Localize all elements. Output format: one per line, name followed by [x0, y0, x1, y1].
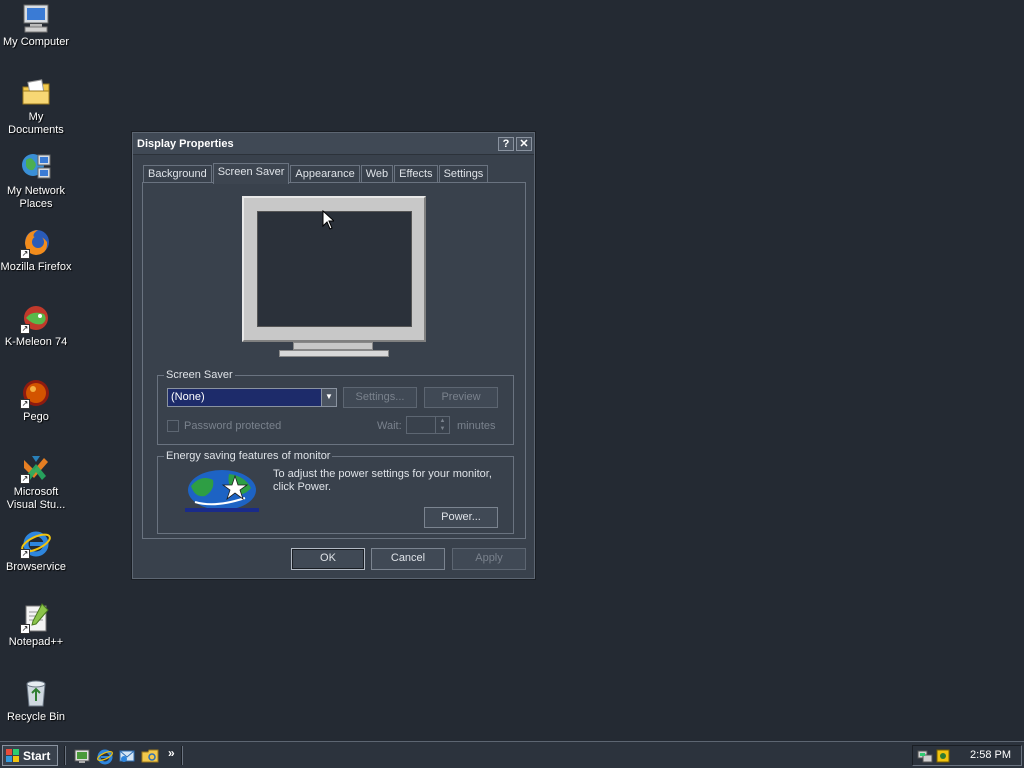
monitor-base	[279, 350, 389, 357]
kmeleon-icon: ↗	[20, 302, 52, 334]
energy-saving-legend: Energy saving features of monitor	[164, 450, 333, 462]
dialog-title: Display Properties	[137, 137, 234, 150]
monitor-preview	[242, 196, 428, 366]
quicklaunch-show-desktop-icon[interactable]	[73, 747, 91, 765]
taskbar-clock[interactable]: 2:58 PM	[970, 749, 1011, 761]
shortcut-arrow-icon: ↗	[20, 249, 30, 259]
help-button[interactable]: ?	[498, 136, 514, 151]
shortcut-arrow-icon: ↗	[20, 549, 30, 559]
shortcut-arrow-icon: ↗	[20, 474, 30, 484]
quicklaunch-explorer-icon[interactable]	[141, 747, 159, 765]
desktop-icon-label: My Documents	[8, 111, 64, 136]
desktop-icon-label: My Computer	[2, 36, 70, 48]
screen-saver-preview-button[interactable]: Preview	[424, 387, 498, 408]
display-properties-dialog: Display Properties ? ✕ Background Screen…	[132, 132, 535, 579]
monitor-neck	[293, 342, 373, 350]
screen-saver-selected-value: (None)	[171, 391, 205, 403]
mouse-cursor-icon	[322, 210, 334, 230]
energy-star-logo-icon	[185, 468, 259, 512]
spinner-arrows-icon[interactable]: ▲ ▼	[435, 417, 449, 433]
computer-icon	[20, 2, 52, 34]
desktop-icon-mozilla-firefox[interactable]: ↗ Mozilla Firefox	[0, 227, 72, 274]
energy-description-line1: To adjust the power settings for your mo…	[273, 468, 492, 480]
quicklaunch-internet-explorer-icon[interactable]	[96, 747, 114, 765]
internet-explorer-icon: ↗	[20, 527, 52, 559]
start-button[interactable]: Start	[2, 745, 58, 766]
shortcut-arrow-icon: ↗	[20, 624, 30, 634]
wait-label: Wait:	[377, 420, 402, 432]
wait-minutes-spinner[interactable]: ▲ ▼	[406, 416, 450, 434]
taskbar-separator	[64, 746, 66, 765]
documents-folder-icon	[20, 77, 52, 109]
desktop-icon-label: Recycle Bin	[6, 711, 66, 723]
screen-saver-legend: Screen Saver	[164, 369, 235, 381]
firefox-icon: ↗	[20, 227, 52, 259]
desktop-icon-label: K-Meleon 74	[4, 336, 68, 348]
energy-description-line2: click Power.	[273, 481, 332, 493]
tab-web[interactable]: Web	[360, 165, 394, 183]
desktop-icon-label: Notepad++	[8, 636, 64, 648]
shortcut-arrow-icon: ↗	[20, 324, 30, 334]
desktop-icon-browservice[interactable]: ↗ Browservice	[0, 527, 72, 574]
notepadpp-icon: ↗	[20, 602, 52, 634]
chevron-down-icon[interactable]: ▼	[321, 389, 336, 406]
recycle-bin-icon	[20, 677, 52, 709]
monitor-screen	[257, 211, 412, 327]
ok-button[interactable]: OK	[291, 548, 365, 570]
quicklaunch-outlook-icon[interactable]	[118, 747, 136, 765]
desktop-icon-notepadpp[interactable]: ↗ Notepad++	[0, 602, 72, 649]
desktop-icon-my-documents[interactable]: My Documents	[0, 77, 72, 137]
desktop-icon-label: Pego	[23, 411, 49, 423]
tab-appearance[interactable]: Appearance	[290, 165, 360, 183]
monitor-frame	[242, 196, 426, 342]
cancel-button[interactable]: Cancel	[371, 548, 445, 570]
desktop-icon-k-meleon[interactable]: ↗ K-Meleon 74	[0, 302, 72, 349]
tab-settings[interactable]: Settings	[438, 165, 489, 183]
desktop-icon-my-network-places[interactable]: My Network Places	[0, 151, 72, 211]
screen-saver-settings-button[interactable]: Settings...	[343, 387, 417, 408]
close-button[interactable]: ✕	[516, 136, 532, 151]
pego-icon: ↗	[20, 377, 52, 409]
dialog-titlebar[interactable]: Display Properties ? ✕	[133, 133, 534, 155]
taskbar-separator	[181, 746, 183, 765]
energy-saving-group: Energy saving features of monitor To adj…	[157, 450, 514, 534]
network-tray-icon[interactable]	[917, 748, 933, 764]
screen-saver-group: Screen Saver (None) ▼ Settings... Previe…	[157, 369, 514, 445]
minutes-label: minutes	[457, 420, 496, 432]
screen-saver-panel: Screen Saver (None) ▼ Settings... Previe…	[142, 182, 526, 539]
system-tray: 2:58 PM	[912, 745, 1022, 766]
screen-saver-select[interactable]: (None) ▼	[167, 388, 337, 407]
desktop-icon-visual-studio[interactable]: ↗ Microsoft Visual Stu...	[0, 452, 72, 512]
desktop-icon-label: My Network Places	[6, 185, 66, 210]
tab-screen-saver[interactable]: Screen Saver	[212, 163, 290, 184]
desktop-icon-label: Mozilla Firefox	[0, 261, 72, 273]
start-label: Start	[23, 748, 51, 763]
visual-studio-icon: ↗	[20, 452, 52, 484]
tab-background[interactable]: Background	[143, 165, 212, 183]
windows-flag-icon	[6, 748, 19, 762]
tab-strip: Background Screen Saver Appearance Web E…	[143, 163, 489, 184]
taskbar: Start » 2:58 PM	[0, 741, 1024, 768]
desktop-icon-label: Browservice	[6, 561, 66, 573]
security-tray-icon[interactable]	[935, 748, 951, 764]
shortcut-arrow-icon: ↗	[20, 399, 30, 409]
apply-button[interactable]: Apply	[452, 548, 526, 570]
tab-effects[interactable]: Effects	[394, 165, 438, 183]
password-protected-checkbox[interactable]	[167, 420, 179, 432]
desktop-icon-label: Microsoft Visual Stu...	[6, 486, 66, 511]
desktop-icon-pego[interactable]: ↗ Pego	[0, 377, 72, 424]
desktop-icon-my-computer[interactable]: My Computer	[0, 2, 72, 49]
power-button[interactable]: Power...	[424, 507, 498, 528]
desktop-icon-recycle-bin[interactable]: Recycle Bin	[0, 677, 72, 724]
network-places-icon	[20, 151, 52, 183]
password-protected-label: Password protected	[184, 420, 282, 432]
quicklaunch-chevron-icon[interactable]: »	[168, 746, 175, 760]
